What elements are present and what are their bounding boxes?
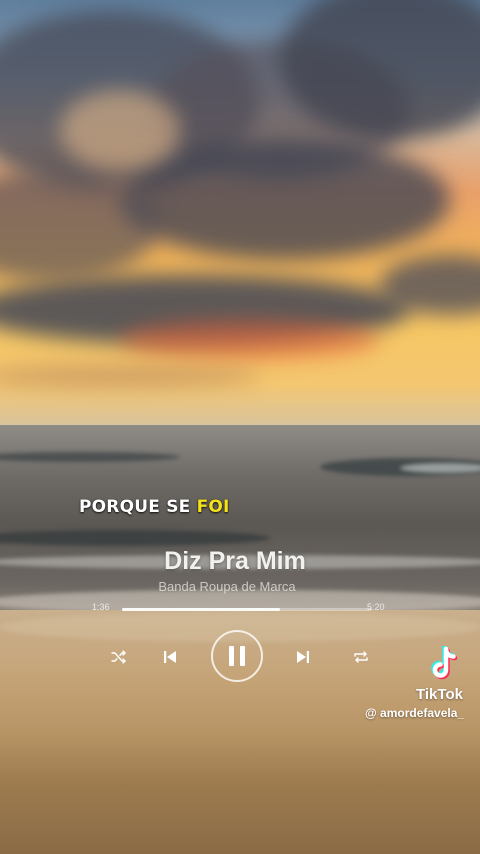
progress-bar[interactable]	[122, 608, 372, 611]
cloud	[60, 90, 180, 170]
next-icon	[297, 651, 309, 663]
song-artist: Banda Roupa de Marca	[158, 579, 296, 594]
time-total: 5:20	[367, 602, 385, 612]
pause-icon	[229, 646, 245, 666]
lyric-text: PORQUE SE	[79, 497, 197, 517]
pause-button[interactable]	[211, 630, 263, 682]
lyric-highlight-word: FOI	[196, 497, 230, 517]
progress-fill	[122, 608, 280, 611]
previous-icon	[164, 651, 176, 663]
shuffle-button[interactable]	[110, 648, 128, 666]
tiktok-logo-icon	[427, 645, 461, 684]
previous-button[interactable]	[160, 647, 180, 667]
background-video-frame	[0, 0, 480, 854]
repeat-button[interactable]	[352, 648, 370, 666]
song-title: Diz Pra Mim	[164, 547, 306, 575]
time-elapsed: 1:36	[92, 602, 110, 612]
cloud	[120, 140, 450, 260]
repeat-icon	[354, 651, 368, 663]
shuffle-icon	[111, 650, 126, 664]
lyric-caption: PORQUE SE FOI	[79, 497, 230, 517]
cloud	[120, 320, 380, 360]
wave	[400, 463, 480, 473]
next-button[interactable]	[293, 647, 313, 667]
tiktok-username: @ amordefavela_	[365, 706, 465, 720]
tiktok-brand-name: TikTok	[416, 686, 463, 703]
